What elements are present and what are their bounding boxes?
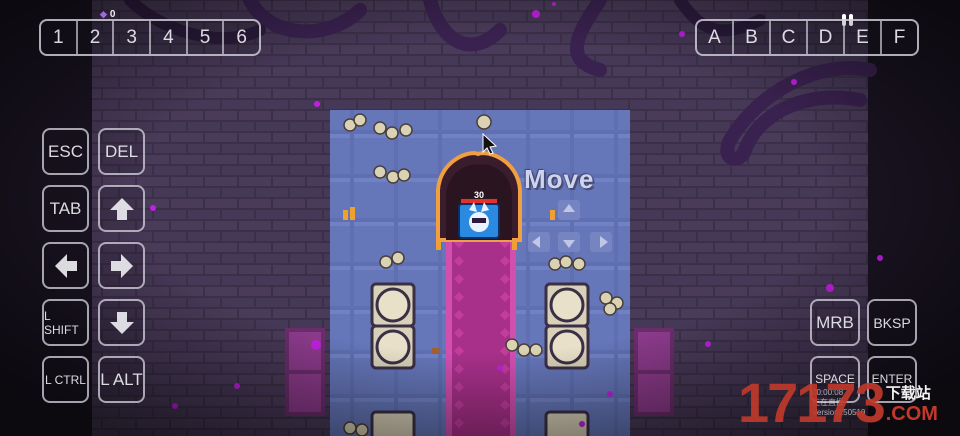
left-shift-button[interactable]: L SHIFT (42, 299, 89, 346)
hero-hp: 30 (473, 190, 484, 200)
letter-key-bar: A B C D E F (695, 19, 919, 56)
del-button[interactable]: DEL (98, 128, 145, 175)
esc-button[interactable]: ESC (42, 128, 89, 175)
down-arrow-button[interactable] (98, 299, 145, 346)
number-key-bar: 1 2 3 4 5 6 (39, 19, 261, 56)
key-1[interactable]: 1 (41, 21, 78, 54)
key-2[interactable]: 2 (78, 21, 115, 54)
watermark-chinese: 下载站 (885, 385, 931, 402)
arrow-right-icon (110, 253, 133, 278)
backspace-button[interactable]: BKSP (867, 299, 917, 346)
arrow-up-icon (109, 197, 134, 220)
move-tutorial-label: Move (524, 164, 595, 194)
left-alt-button[interactable]: L ALT (98, 356, 145, 403)
arrow-left-icon (54, 253, 77, 278)
left-ctrl-button[interactable]: L CTRL (42, 356, 89, 403)
mouse-right-button[interactable]: MRB (810, 299, 860, 346)
tab-button[interactable]: TAB (42, 185, 89, 232)
key-4[interactable]: 4 (151, 21, 188, 54)
key-d[interactable]: D (808, 21, 845, 54)
watermark-domain: .COM (885, 403, 938, 425)
left-arrow-button[interactable] (42, 242, 89, 289)
key-c[interactable]: C (771, 21, 808, 54)
key-6[interactable]: 6 (224, 21, 259, 54)
site-watermark: 17173 下载站 .COM (738, 371, 938, 434)
watermark-number: 17173 (738, 371, 886, 434)
key-3[interactable]: 3 (114, 21, 152, 54)
up-arrow-button[interactable] (98, 185, 145, 232)
right-arrow-button[interactable] (98, 242, 145, 289)
key-a[interactable]: A (697, 21, 734, 54)
arrow-down-icon (109, 311, 134, 334)
key-b[interactable]: B (734, 21, 771, 54)
key-f[interactable]: F (882, 21, 917, 54)
key-5[interactable]: 5 (188, 21, 225, 54)
key-e[interactable]: E (845, 21, 882, 54)
